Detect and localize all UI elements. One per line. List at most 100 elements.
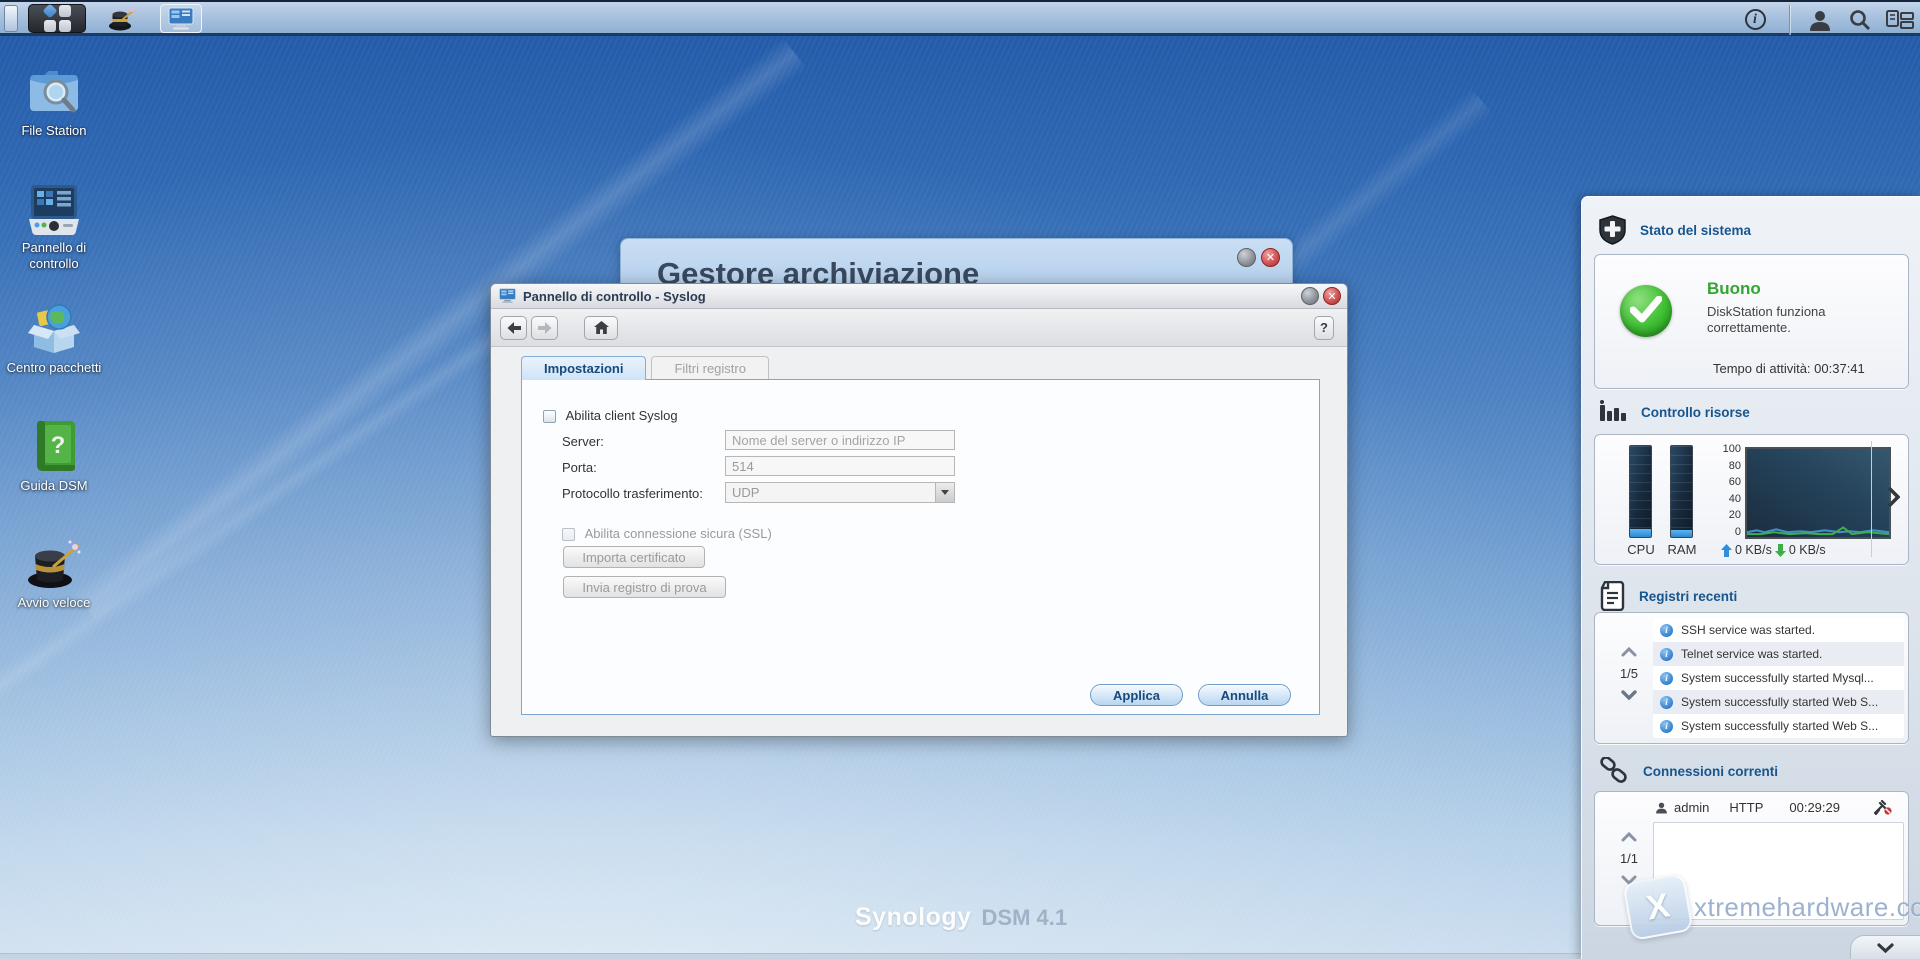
forward-button[interactable] <box>531 315 558 340</box>
status-ok-icon <box>1620 285 1672 337</box>
brand-watermark: Synology DSM 4.1 <box>855 903 1067 932</box>
control-panel-monitor-icon <box>168 7 194 29</box>
search-icon <box>1850 9 1871 30</box>
user-button[interactable] <box>1800 5 1840 35</box>
cpu-label: CPU <box>1627 542 1655 557</box>
info-icon: i <box>1660 671 1673 685</box>
desktop-icon-label: Pannello di controllo <box>21 240 87 272</box>
minimize-button[interactable] <box>1237 248 1256 267</box>
download-arrow-icon <box>1774 543 1786 557</box>
server-input[interactable] <box>725 430 955 450</box>
home-button[interactable] <box>584 315 618 340</box>
enable-syslog-checkbox[interactable] <box>543 410 556 424</box>
dialog-toolbar: ? <box>491 309 1347 347</box>
desktop-icon-label: Avvio veloce <box>17 595 91 610</box>
status-description: DiskStation funziona correttamente. <box>1707 304 1826 336</box>
connections-header[interactable]: Connessioni correnti <box>1599 757 1778 785</box>
log-row: i System successfully started Web S... <box>1653 690 1904 714</box>
page-indicator: 1/1 <box>1619 851 1639 866</box>
desktop-icon-control-panel[interactable]: Pannello di controllo <box>6 179 102 273</box>
resource-monitor-header[interactable]: Controllo risorse <box>1599 399 1750 425</box>
magic-hat-icon <box>109 7 135 30</box>
minimize-button[interactable] <box>1301 287 1319 305</box>
connection-time: 00:29:29 <box>1789 800 1840 815</box>
protocol-select[interactable]: UDP <box>725 482 955 503</box>
uptime-text: Tempo di attività: 00:37:41 <box>1713 361 1865 376</box>
log-row: i SSH service was started. <box>1653 618 1904 642</box>
taskbar: i <box>0 0 1920 36</box>
info-icon: i <box>1660 695 1673 709</box>
tab-filtri-registro[interactable]: Filtri registro <box>651 356 769 380</box>
dialog-control-panel-syslog: Pannello di controllo - Syslog ✕ ? Impos… <box>490 283 1348 737</box>
log-row: i Telnet service was started. <box>1653 642 1904 666</box>
dsm-version: DSM 4.1 <box>981 905 1068 930</box>
main-menu-icon <box>42 3 71 32</box>
status-value: Buono <box>1707 279 1761 298</box>
page-up-icon[interactable] <box>1621 832 1637 842</box>
chain-link-icon <box>1600 757 1627 783</box>
card-divider <box>1871 441 1872 557</box>
ssl-label: Abilita connessione sicura (SSL) <box>584 526 772 541</box>
file-station-icon <box>30 71 78 113</box>
help-button[interactable]: ? <box>1314 315 1334 340</box>
system-status-header[interactable]: Stato del sistema <box>1599 215 1751 245</box>
page-down-icon[interactable] <box>1621 690 1637 700</box>
user-icon <box>1656 802 1667 814</box>
show-desktop-button[interactable] <box>4 5 18 32</box>
chevron-down-icon <box>935 483 954 502</box>
dialog-body: Impostazioni Filtri registro Abilita cli… <box>491 347 1347 737</box>
close-icon[interactable]: ✕ <box>1261 248 1280 267</box>
apply-button[interactable]: Applica <box>1090 684 1183 706</box>
protocol-label: Protocollo trasferimento: <box>562 486 703 501</box>
back-button[interactable] <box>500 315 527 340</box>
bar-chart-icon <box>1600 400 1626 421</box>
server-label: Server: <box>562 434 604 449</box>
cpu-gauge <box>1629 445 1652 538</box>
pilot-view-button[interactable] <box>1880 5 1920 35</box>
desktop-icon-package-center[interactable]: Centro pacchetti <box>6 299 102 376</box>
control-panel-monitor-icon <box>499 288 516 303</box>
page-indicator: 1/5 <box>1619 666 1639 681</box>
ram-label: RAM <box>1667 542 1697 557</box>
disconnect-user-icon[interactable] <box>1873 799 1892 820</box>
magic-hat-icon <box>28 540 81 588</box>
dsm-help-icon: ? <box>37 421 75 471</box>
upload-arrow-icon <box>1721 543 1732 557</box>
search-button[interactable] <box>1840 5 1880 35</box>
page-up-icon[interactable] <box>1621 647 1637 657</box>
protocol-value: UDP <box>732 485 760 500</box>
port-input[interactable] <box>725 456 955 476</box>
desktop-icon-dsm-help[interactable]: ? Guida DSM <box>6 417 102 494</box>
control-panel-icon <box>29 185 79 235</box>
home-icon <box>593 321 609 334</box>
expand-chevron-right-icon[interactable] <box>1887 487 1901 512</box>
ram-gauge <box>1670 445 1693 538</box>
sidebar-collapse-button[interactable] <box>1850 935 1920 959</box>
close-icon[interactable]: ✕ <box>1323 287 1341 305</box>
taskbar-control-panel-button[interactable] <box>160 4 202 33</box>
desktop-icon-quick-start[interactable]: Avvio veloce <box>6 534 102 611</box>
main-menu-button[interactable] <box>28 3 86 33</box>
section-title: Controllo risorse <box>1641 404 1750 420</box>
ssl-checkbox[interactable] <box>562 528 575 542</box>
pilot-view-icon <box>1886 9 1914 29</box>
log-row: i System successfully started Web S... <box>1653 714 1904 738</box>
document-icon <box>1600 581 1625 611</box>
taskbar-quick-launch-button[interactable] <box>101 4 143 33</box>
info-icon: i <box>1660 623 1673 637</box>
desktop-icon-label: Centro pacchetti <box>6 360 102 375</box>
desktop-icon-file-station[interactable]: File Station <box>6 62 102 139</box>
forward-arrow-icon <box>537 321 551 334</box>
import-certificate-button[interactable]: Importa certificato <box>563 546 705 568</box>
cancel-button[interactable]: Annulla <box>1198 684 1291 706</box>
dialog-titlebar[interactable]: Pannello di controllo - Syslog ✕ <box>491 284 1347 309</box>
desktop-icon-label: Guida DSM <box>20 478 88 493</box>
recent-logs-header[interactable]: Registri recenti <box>1599 581 1737 611</box>
chevron-down-icon <box>1877 942 1894 953</box>
send-test-log-button[interactable]: Invia registro di prova <box>563 576 726 598</box>
widget-sidebar: Stato del sistema Buono DiskStation funz… <box>1581 196 1920 959</box>
tab-impostazioni[interactable]: Impostazioni <box>521 356 647 380</box>
info-button[interactable]: i <box>1735 5 1775 35</box>
system-status-card: Buono DiskStation funziona correttamente… <box>1594 254 1909 389</box>
svg-text:?: ? <box>51 432 66 459</box>
